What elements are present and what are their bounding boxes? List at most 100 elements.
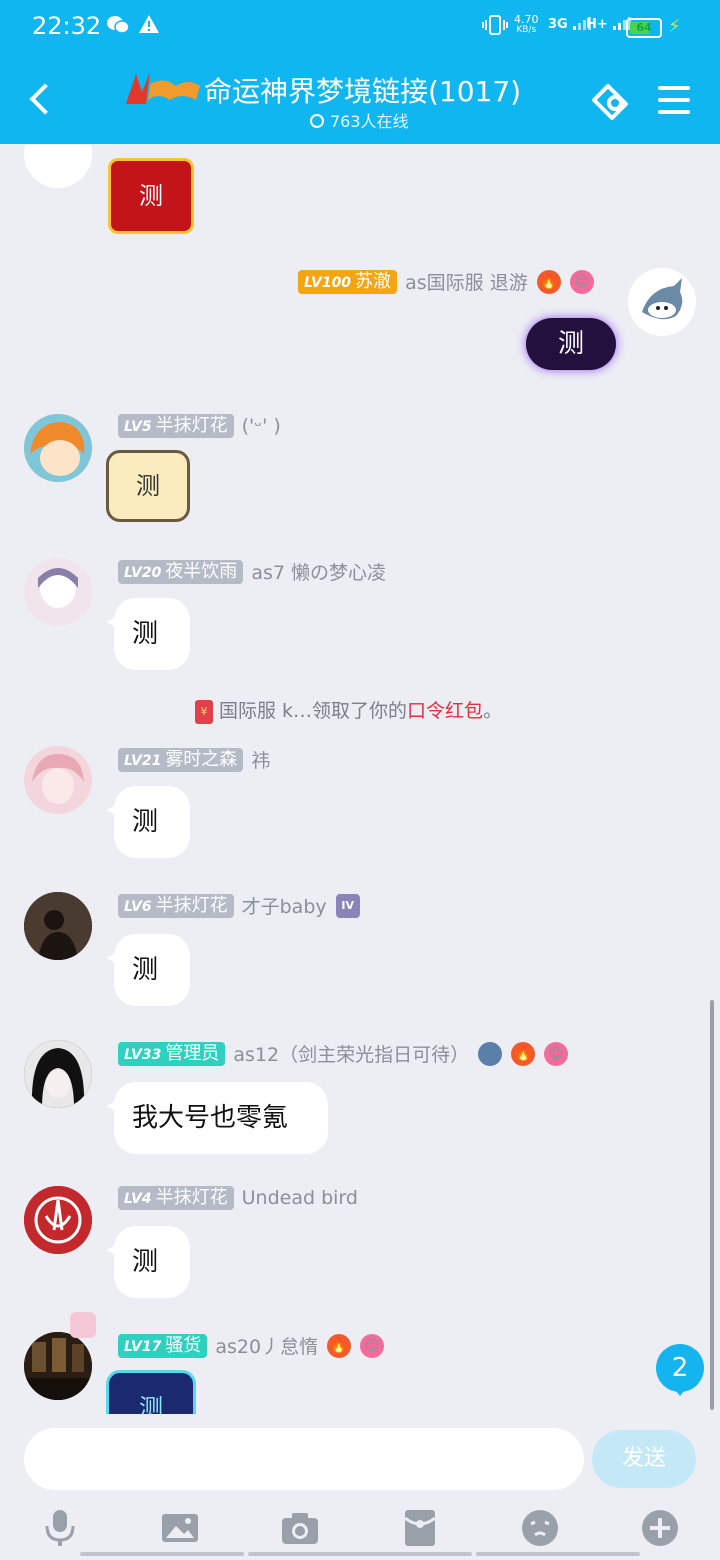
avatar[interactable] <box>24 1186 92 1254</box>
system-notice: ¥ 国际服 k…领取了你的口令红包。 <box>195 696 502 724</box>
level-title: 半抹灯花 <box>155 415 228 436</box>
name-row: LV6 半抹灯花 才子baby IV <box>118 892 360 918</box>
status-time: 22:32 <box>32 12 102 40</box>
level-number: LV4 <box>124 1191 152 1207</box>
message-text: 测 <box>132 807 159 837</box>
send-button[interactable]: 发送 <box>592 1430 696 1488</box>
message-bubble[interactable]: 测 <box>526 318 616 370</box>
sender-name: Undead bird <box>241 1187 358 1209</box>
battery-percent: 64 <box>636 21 652 34</box>
online-count-label: 763人在线 <box>330 112 409 131</box>
group-logo <box>124 70 202 106</box>
back-button[interactable] <box>22 78 62 122</box>
wechat-icon <box>106 14 130 41</box>
status-bar: 22:32 4.70 KB/s 3G H+ 64 ⚡ <box>0 0 720 56</box>
plus-icon[interactable] <box>640 1508 680 1548</box>
level-title: 半抹灯花 <box>155 894 228 916</box>
link-icon <box>592 84 628 120</box>
level-number: LV20 <box>124 564 162 581</box>
input-bar: 发送 <box>0 1414 720 1560</box>
battery-icon: 64 <box>626 18 662 38</box>
sender-name: 才子baby <box>241 896 327 918</box>
red-packet-icon: ¥ <box>195 699 213 724</box>
message-bubble[interactable]: 测 <box>106 598 190 670</box>
level-badge: LV100 苏澈 <box>298 269 398 294</box>
emoji-icon[interactable] <box>520 1508 560 1548</box>
level-number: LV100 <box>304 274 352 291</box>
red-packet-link[interactable]: 口令红包 <box>407 700 483 722</box>
menu-icon-line <box>658 110 690 114</box>
level-badge: LV17 骚货 <box>118 1333 208 1358</box>
message-text: 测 <box>132 1247 159 1277</box>
net-speed: 4.70 KB/s <box>514 14 539 36</box>
avatar[interactable] <box>24 892 92 960</box>
level-title: 管理员 <box>165 1042 220 1064</box>
message-text: 测 <box>139 182 163 210</box>
image-icon[interactable] <box>160 1508 200 1548</box>
microphone-icon[interactable] <box>40 1508 80 1548</box>
avatar-self[interactable] <box>628 268 696 336</box>
nav-hint <box>80 1552 244 1556</box>
level-badge: LV33 管理员 <box>118 1041 226 1066</box>
level-number: LV17 <box>124 1338 162 1355</box>
avatar[interactable] <box>24 746 92 814</box>
fire-icon: 🔥 <box>511 1041 536 1066</box>
avatar[interactable] <box>24 1040 92 1108</box>
message-text: 我大号也零氪 <box>132 1103 289 1133</box>
sender-name: ('ᵕ' ) <box>241 415 281 437</box>
message-bubble[interactable]: 我大号也零氪 <box>106 1082 328 1154</box>
level-badge: LV21 雾时之森 <box>118 747 244 772</box>
name-row: LV5 半抹灯花 ('ᵕ' ) <box>118 414 281 440</box>
sender-name: as7 懒の梦心凌 <box>251 562 387 584</box>
signal-3g-label: 3G <box>548 17 568 32</box>
chat-scrollbar[interactable] <box>710 1000 714 1410</box>
level-title: 苏澈 <box>355 270 392 292</box>
level-badge: LV20 夜半饮雨 <box>118 559 244 584</box>
menu-icon <box>658 86 690 90</box>
message-bubble[interactable]: 测 <box>106 934 190 1006</box>
vibrate-icon <box>482 14 508 41</box>
net-speed-unit: KB/s <box>516 25 537 35</box>
fire-icon: 🔥 <box>536 269 561 294</box>
fire-icon: 🔥 <box>327 1333 352 1358</box>
level-title: 夜半饮雨 <box>165 560 238 582</box>
warning-icon <box>138 14 160 39</box>
level-number: LV6 <box>124 898 152 915</box>
group-link-button[interactable] <box>588 78 634 122</box>
name-row: LV4 半抹灯花 Undead bird <box>118 1186 358 1212</box>
sender-name: as20丿怠惰 <box>215 1336 319 1358</box>
nav-hint <box>476 1552 640 1556</box>
net-speed-value: 4.70 <box>514 13 539 26</box>
menu-button[interactable] <box>652 78 698 122</box>
menu-icon-line <box>658 98 690 102</box>
message-bubble[interactable]: 测 <box>106 1370 196 1414</box>
charging-icon: ⚡ <box>668 16 681 37</box>
message-bubble[interactable]: 测 <box>106 1226 190 1298</box>
online-count: 763人在线 <box>310 108 409 132</box>
dragon-badge-icon <box>478 1041 503 1066</box>
sender-name: 祎 <box>251 750 271 772</box>
sender-name: as国际服 退游 <box>405 272 528 294</box>
avatar[interactable] <box>24 414 92 482</box>
message-bubble[interactable]: 测 <box>106 786 190 858</box>
message-bubble[interactable]: 测 <box>106 450 190 522</box>
sender-name: as12（剑主荣光指日可待） <box>233 1044 470 1066</box>
smile-badge-icon: ☺ <box>360 1333 385 1358</box>
unread-count-badge[interactable]: 2 <box>656 1344 704 1396</box>
red-packet-icon[interactable] <box>400 1508 440 1548</box>
chat-area[interactable]: 测 LV100 苏澈 as国际服 退游 🔥 ☺ 测 LV5 半抹灯花 ('ᵕ' ) … <box>0 144 720 1414</box>
level-badge: LV4 半抹灯花 <box>118 1186 234 1210</box>
system-notice-suffix: 。 <box>483 700 503 722</box>
avatar[interactable] <box>24 1332 92 1400</box>
message-bubble[interactable]: 测 <box>108 158 194 234</box>
avatar[interactable] <box>24 558 92 626</box>
online-icon <box>310 114 324 128</box>
level-title: 骚货 <box>165 1334 202 1356</box>
message-text: 测 <box>139 1394 163 1414</box>
message-text: 测 <box>132 955 159 985</box>
message-input[interactable] <box>24 1428 584 1490</box>
camera-icon[interactable] <box>280 1508 320 1548</box>
avatar[interactable] <box>24 144 92 188</box>
name-row: LV100 苏澈 as国际服 退游 🔥 ☺ <box>298 268 594 294</box>
page-title: 命运神界梦境链接(1017) <box>204 75 522 108</box>
